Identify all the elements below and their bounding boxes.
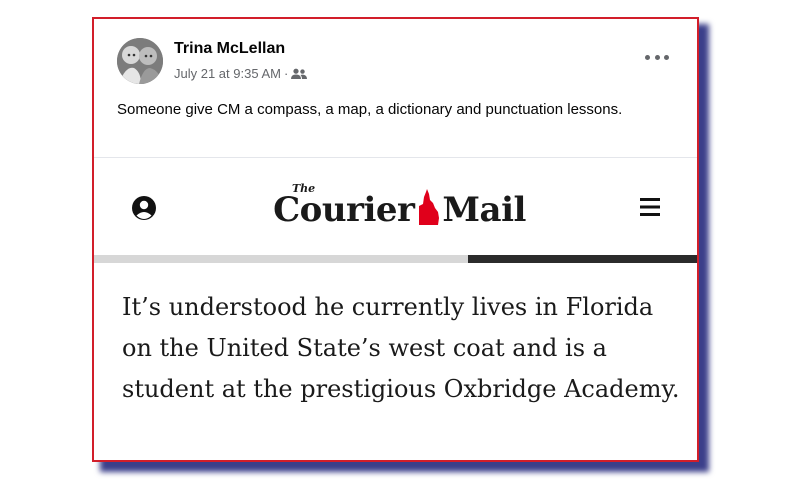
queensland-map-icon [419, 189, 440, 225]
post-timestamp[interactable]: July 21 at 9:35 AM [174, 66, 281, 81]
hamburger-menu-icon[interactable] [638, 196, 662, 218]
avatar-photo [117, 38, 163, 84]
avatar[interactable] [117, 38, 163, 84]
more-dot [654, 54, 660, 60]
friends-icon [291, 68, 308, 79]
post-meta: July 21 at 9:35 AM · [174, 66, 308, 81]
screenshot-frame: Trina McLellan July 21 at 9:35 AM · Some… [92, 17, 699, 462]
more-dot [664, 54, 669, 60]
courier-mail-logo[interactable]: The Courier Mail [262, 182, 537, 230]
more-dot [645, 54, 650, 60]
account-icon[interactable] [131, 195, 157, 221]
logo-word-mail: Mail [442, 190, 526, 230]
logo-word-courier: Courier [273, 190, 415, 230]
facebook-post-header: Trina McLellan July 21 at 9:35 AM · Some… [94, 19, 697, 159]
article-text: It’s understood he currently lives in Fl… [122, 293, 680, 403]
meta-separator: · [283, 66, 289, 81]
post-author-name[interactable]: Trina McLellan [174, 40, 285, 58]
reading-progress-bar [94, 255, 697, 263]
more-options-icon[interactable] [645, 49, 669, 65]
reading-progress-fill [467, 255, 697, 263]
post-text: Someone give CM a compass, a map, a dict… [117, 101, 623, 118]
logo-the: The [292, 182, 316, 195]
